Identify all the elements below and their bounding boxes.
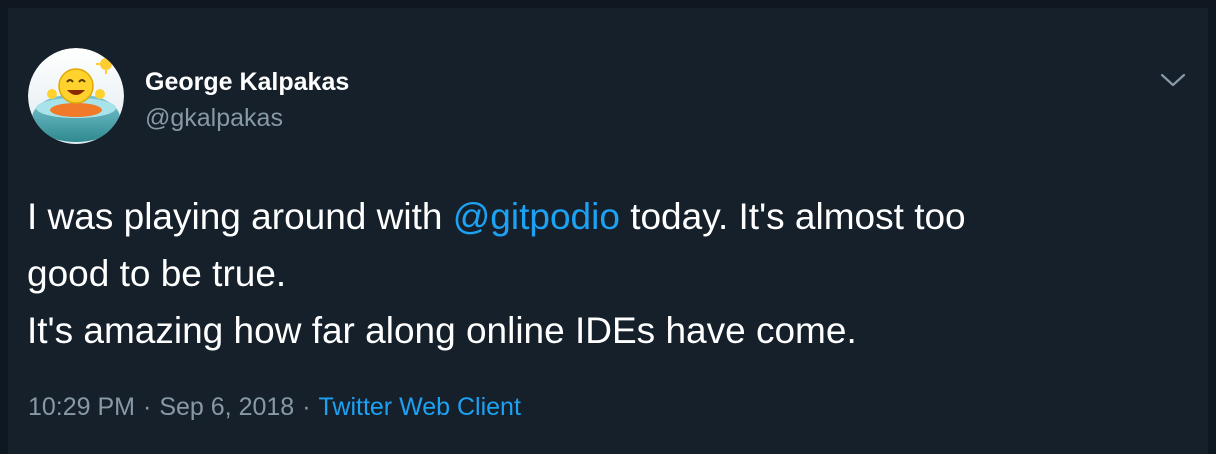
tweet-menu-button[interactable] [1158, 66, 1188, 96]
tweet-date[interactable]: Sep 6, 2018 [159, 393, 294, 421]
author-name[interactable]: George Kalpakas [145, 66, 349, 98]
tweet-text-line-2: good to be true. [27, 253, 287, 294]
smiley-in-pool-icon [28, 48, 124, 144]
tweet-text-segment: today. It's almost too [619, 196, 966, 237]
author-handle[interactable]: @gkalpakas [145, 102, 283, 134]
meta-separator: · [143, 393, 152, 421]
client-link[interactable]: Twitter Web Client [319, 393, 521, 421]
tweet-card: George Kalpakas @gkalpakas I was playing… [8, 8, 1208, 454]
chevron-down-icon [1160, 73, 1186, 87]
tweet-meta: 10:29 PM · Sep 6, 2018 · Twitter Web Client [28, 391, 521, 423]
avatar[interactable] [28, 48, 124, 144]
mention-link[interactable]: @gitpodio [453, 196, 620, 237]
meta-separator: · [302, 393, 311, 421]
tweet-text-segment: I was playing around with [27, 196, 453, 237]
tweet-time[interactable]: 10:29 PM [28, 393, 135, 421]
tweet-text-line-3: It's amazing how far along online IDEs h… [27, 310, 857, 351]
tweet-text: I was playing around with @gitpodio toda… [27, 188, 1187, 359]
page-frame: George Kalpakas @gkalpakas I was playing… [0, 0, 1216, 454]
tweet-text-line-1: I was playing around with @gitpodio toda… [27, 188, 1187, 245]
